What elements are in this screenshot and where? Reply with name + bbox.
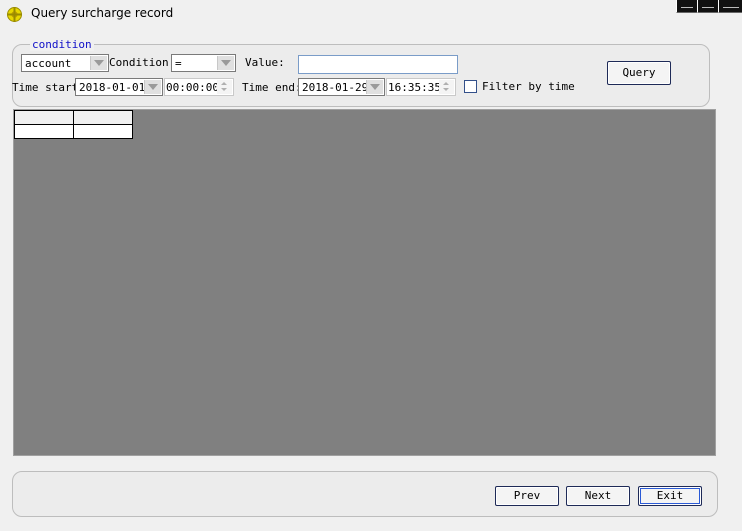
query-button[interactable]: Query [607, 61, 671, 85]
results-table [14, 110, 133, 139]
condition-label: Condition: [109, 56, 176, 69]
results-grid[interactable] [13, 109, 716, 456]
table-cell[interactable] [14, 124, 74, 139]
end-date-picker[interactable]: 2018-01-29 [298, 78, 385, 96]
column-header[interactable] [73, 110, 133, 125]
start-date-value: 2018-01-01 [79, 81, 146, 94]
calendar-dropdown-icon[interactable] [366, 80, 383, 94]
time-start-label: Time start [12, 81, 79, 94]
start-date-picker[interactable]: 2018-01-01 [75, 78, 163, 96]
next-button-label: Next [584, 489, 612, 502]
query-surcharge-window: Query surcharge record condition account… [0, 0, 742, 531]
end-time-spinner[interactable]: 16:35:35 [386, 78, 456, 96]
table-header-row [14, 110, 133, 125]
minimize-icon [681, 7, 693, 8]
operator-select-value: = [175, 57, 182, 70]
next-button[interactable]: Next [566, 486, 630, 506]
start-time-value: 00:00:00 [166, 81, 219, 94]
table-row[interactable] [14, 124, 133, 139]
field-select-value: account [25, 57, 72, 70]
app-icon [7, 7, 22, 22]
exit-button-label: Exit [656, 489, 684, 502]
filter-by-time-checkbox[interactable] [464, 80, 477, 93]
window-title: Query surcharge record [31, 6, 174, 20]
column-header[interactable] [14, 110, 74, 125]
field-select[interactable]: account [21, 54, 109, 72]
maximize-icon [702, 7, 714, 8]
title-bar[interactable]: Query surcharge record [0, 0, 742, 28]
value-label: Value: [245, 56, 285, 69]
time-end-label: Time end: [242, 81, 302, 94]
table-cell[interactable] [73, 124, 133, 139]
chevron-down-icon[interactable] [90, 56, 107, 70]
filter-by-time-label[interactable]: Filter by time [482, 80, 575, 93]
minimize-button[interactable] [676, 0, 697, 13]
start-time-spinner[interactable]: 00:00:00 [164, 78, 234, 96]
query-button-label: Query [622, 66, 656, 79]
close-button[interactable] [718, 0, 742, 13]
end-date-value: 2018-01-29 [302, 81, 369, 94]
spinner-arrows-icon[interactable] [439, 80, 454, 94]
operator-select[interactable]: = [171, 54, 236, 72]
prev-button-label: Prev [513, 489, 541, 502]
condition-legend: condition [30, 38, 94, 51]
end-time-value: 16:35:35 [388, 81, 441, 94]
calendar-dropdown-icon[interactable] [144, 80, 161, 94]
prev-button[interactable]: Prev [495, 486, 559, 506]
close-icon [723, 7, 739, 8]
exit-button[interactable]: Exit [638, 486, 702, 506]
spinner-arrows-icon[interactable] [217, 80, 232, 94]
condition-groupbox [12, 44, 710, 107]
maximize-button[interactable] [697, 0, 718, 13]
chevron-down-icon[interactable] [217, 56, 234, 70]
value-input[interactable] [298, 55, 458, 74]
